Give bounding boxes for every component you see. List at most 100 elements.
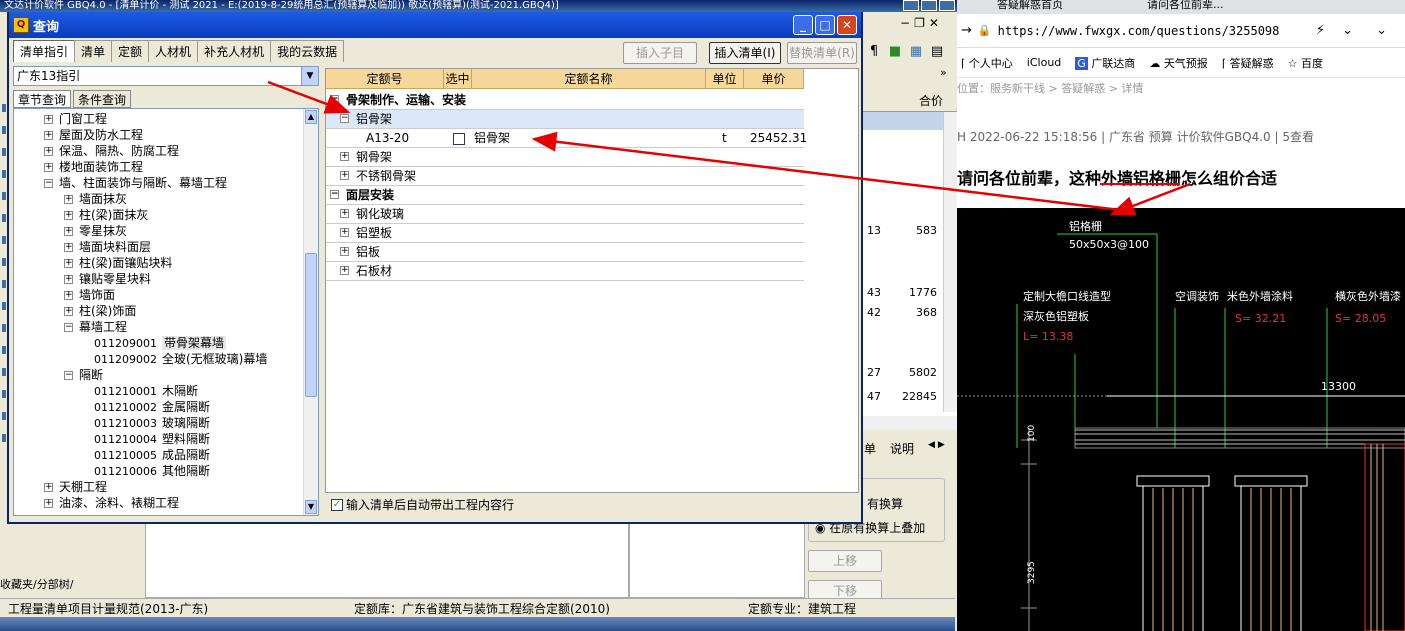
move-up-button[interactable]: 上移: [808, 550, 882, 572]
auto-bring-checkbox-row[interactable]: ✓ 输入清单后自动带出工程内容行: [331, 496, 514, 513]
tab-list-guide[interactable]: 清单指引: [13, 40, 76, 62]
mdi-restore-icon[interactable]: ❐: [914, 16, 925, 30]
grid-cell[interactable]: 583: [916, 224, 937, 237]
expand-icon[interactable]: +: [44, 499, 53, 508]
tab-quota[interactable]: 定额: [111, 40, 150, 62]
grid-cell[interactable]: 47: [867, 390, 881, 403]
collapse-icon[interactable]: −: [330, 95, 339, 104]
tree-item[interactable]: + 保温、隔热、防腐工程: [44, 143, 179, 159]
lightning-icon[interactable]: ⚡: [1316, 23, 1325, 38]
dialog-minimize-icon[interactable]: _: [793, 15, 813, 35]
expand-icon[interactable]: +: [44, 147, 53, 156]
tree-item[interactable]: 011210005 成品隔断: [94, 447, 210, 463]
tree-item[interactable]: 011210006 其他隔断: [94, 463, 210, 479]
browser-tab-2[interactable]: 请问各位前辈...: [1147, 0, 1224, 12]
collapse-icon[interactable]: −: [44, 179, 53, 188]
bookmark-item[interactable]: iCloud: [1027, 56, 1061, 69]
tab-scroll-icon[interactable]: ◀ ▶: [928, 440, 945, 460]
grid-cell[interactable]: 368: [916, 306, 937, 319]
tree-item[interactable]: − 墙、柱面装饰与隔断、幕墙工程: [44, 175, 227, 191]
grid-cell[interactable]: 22845: [902, 390, 937, 403]
bookmark-item[interactable]: G 广联达商: [1075, 55, 1135, 71]
bookmark-item[interactable]: ☁ 天气预报: [1149, 55, 1208, 71]
tab-lower-2[interactable]: 说明: [890, 440, 914, 460]
grid-selected-row[interactable]: [863, 112, 943, 130]
tree-item[interactable]: + 油漆、涂料、裱糊工程: [44, 495, 179, 511]
tree-item[interactable]: + 零星抹灰: [64, 223, 127, 239]
expand-icon[interactable]: +: [340, 209, 349, 218]
tab-list[interactable]: 清单: [74, 40, 113, 62]
quota-row[interactable]: + 不锈钢骨架: [326, 167, 804, 186]
tree-item[interactable]: + 门窗工程: [44, 111, 107, 127]
dialog-close-icon[interactable]: ✕: [837, 15, 857, 35]
tree-item[interactable]: + 天棚工程: [44, 479, 107, 495]
insert-list-button[interactable]: 插入清单(I): [709, 42, 781, 64]
dialog-title-bar[interactable]: Q 查询 _ □ ✕: [9, 12, 861, 38]
url-field[interactable]: https://www.fwxgx.com/questions/3255098: [998, 24, 1280, 38]
insert-child-button[interactable]: 插入子目: [623, 42, 697, 64]
minimize-icon[interactable]: [903, 0, 919, 11]
grid-vertical-scrollbar[interactable]: [943, 112, 957, 412]
quota-row[interactable]: + 石板材: [326, 262, 804, 281]
replace-list-button[interactable]: 替换清单(R): [787, 42, 857, 64]
tree-item[interactable]: + 柱(梁)面镶贴块料: [64, 255, 172, 271]
calculator-icon[interactable]: ▦: [907, 42, 925, 60]
tree-item[interactable]: 011209002 全玻(无框玻璃)幕墙: [94, 351, 267, 367]
expand-icon[interactable]: +: [340, 152, 349, 161]
tree-vertical-scrollbar[interactable]: ▲ ▼: [303, 109, 318, 515]
col-quota-name[interactable]: 定额名称: [472, 69, 706, 89]
grid-cell[interactable]: 1776: [909, 286, 937, 299]
collapse-icon[interactable]: −: [64, 323, 73, 332]
quota-row[interactable]: − 面层安装: [326, 186, 804, 205]
select-checkbox[interactable]: [453, 129, 465, 147]
dialog-maximize-icon[interactable]: □: [815, 15, 835, 35]
tab-cloud-data[interactable]: 我的云数据: [270, 40, 345, 62]
browser-tab-1[interactable]: 答疑解惑首页: [997, 0, 1063, 12]
chevron-down-icon[interactable]: ⌄: [1376, 23, 1387, 38]
cube-icon[interactable]: ■: [886, 42, 904, 60]
expand-icon[interactable]: +: [64, 195, 73, 204]
collapse-icon[interactable]: −: [64, 371, 73, 380]
quota-row[interactable]: A13-20 铝骨架 t 25452.31: [326, 129, 807, 148]
expand-icon[interactable]: +: [340, 228, 349, 237]
tree-item[interactable]: + 墙面抹灰: [64, 191, 127, 207]
col-unit[interactable]: 单位: [706, 69, 744, 89]
table-icon[interactable]: ▤: [928, 42, 946, 60]
lock-icon[interactable]: 🔒: [978, 24, 992, 37]
bookmark-item[interactable]: ⌈ 答疑解惑: [1222, 55, 1274, 71]
scroll-up-icon[interactable]: ▲: [305, 110, 317, 124]
tab-materials[interactable]: 人材机: [148, 40, 199, 62]
grid-horizontal-scrollbar[interactable]: [863, 416, 958, 430]
tree-item[interactable]: + 柱(梁)面抹灰: [64, 207, 148, 223]
tree-item[interactable]: + 墙饰面: [64, 287, 115, 303]
mdi-minimize-icon[interactable]: −: [900, 16, 910, 30]
expand-icon[interactable]: +: [44, 115, 53, 124]
tree-item[interactable]: 011210003 玻璃隔断: [94, 415, 210, 431]
expand-icon[interactable]: +: [64, 211, 73, 220]
chevron-down-icon[interactable]: ▼: [301, 67, 318, 85]
tree-item[interactable]: − 隔断: [64, 367, 103, 383]
col-quota-code[interactable]: 定额号: [326, 69, 444, 89]
expand-icon[interactable]: +: [64, 291, 73, 300]
grid-cell[interactable]: 27: [867, 366, 881, 379]
tree-item[interactable]: + 墙面块料面层: [64, 239, 151, 255]
quota-row[interactable]: + 钢骨架: [326, 148, 804, 167]
tab-lower-1[interactable]: 单: [864, 440, 876, 460]
grid-cell[interactable]: 5802: [909, 366, 937, 379]
quota-row[interactable]: − 铝骨架: [326, 110, 804, 129]
chevron-down-icon[interactable]: ⌄: [1342, 23, 1353, 38]
back-icon[interactable]: →: [961, 23, 972, 38]
close-icon[interactable]: [939, 0, 955, 11]
expand-icon[interactable]: +: [64, 259, 73, 268]
tree-item[interactable]: 011210002 金属隔断: [94, 399, 210, 415]
breadcrumb[interactable]: 位置：服务新干线 > 答疑解惑 > 详情: [957, 80, 1143, 96]
guide-select[interactable]: 广东13指引 ▼: [13, 66, 319, 86]
expand-icon[interactable]: +: [44, 483, 53, 492]
paragraph-icon[interactable]: ¶: [865, 42, 883, 60]
tab-condition-query[interactable]: 条件查询: [73, 90, 132, 108]
scroll-thumb[interactable]: [305, 253, 317, 397]
bookmark-item[interactable]: ☆ 百度: [1288, 55, 1323, 71]
grid-cell[interactable]: 13: [867, 224, 881, 237]
tree-item[interactable]: 011209001 带骨架幕墙: [94, 335, 227, 351]
expand-icon[interactable]: +: [44, 131, 53, 140]
